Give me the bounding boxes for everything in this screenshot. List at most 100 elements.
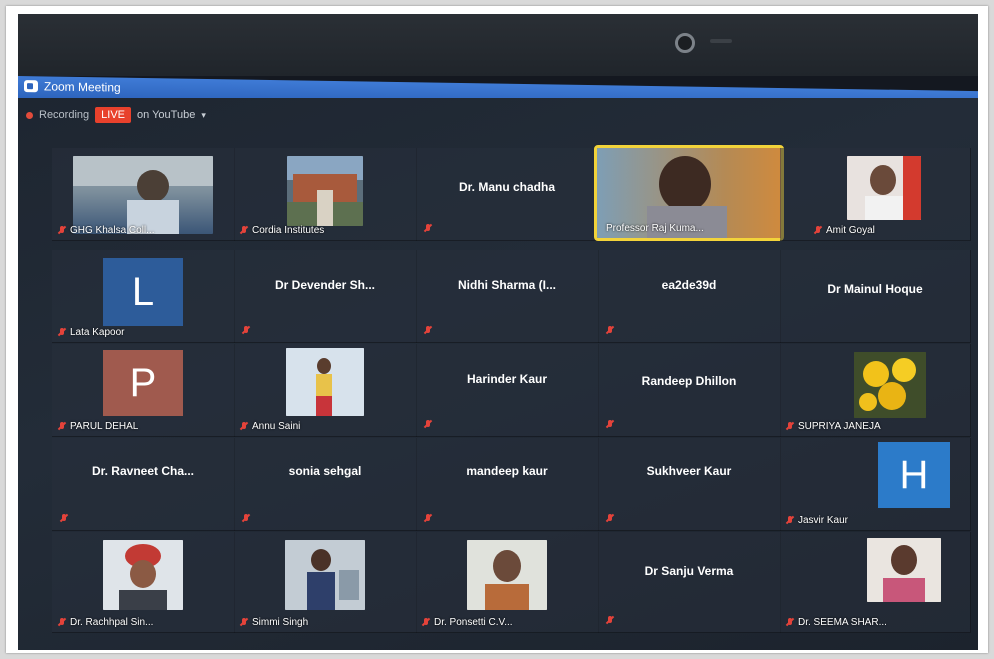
participant-tile[interactable]: Simmi Singh — [234, 532, 417, 633]
mic-muted-icon — [424, 224, 432, 234]
participant-name: Dr. Ponsetti C.V... — [434, 617, 513, 628]
mic-muted-icon — [242, 514, 250, 524]
chevron-down-icon[interactable]: ▾ — [201, 110, 206, 121]
participant-video — [286, 348, 364, 416]
participant-name: ea2de39d — [661, 278, 717, 292]
zoom-app-icon — [24, 80, 38, 93]
avatar: L — [103, 258, 183, 326]
person-silhouette — [103, 540, 183, 610]
participant-tile[interactable]: Dr Devender Sh... — [234, 250, 417, 343]
participant-name: Lata Kapoor — [70, 327, 125, 338]
participant-name: mandeep kaur — [466, 464, 548, 478]
participant-name: Dr Devender Sh... — [274, 278, 376, 292]
person-silhouette — [73, 156, 213, 234]
flower-image — [854, 352, 926, 418]
mic-muted-icon — [58, 327, 66, 338]
participant-name: Cordia Institutes — [252, 225, 325, 236]
participant-tile[interactable]: Dr Sanju Verma — [598, 532, 781, 633]
participant-video — [285, 540, 365, 610]
live-platform[interactable]: on YouTube — [137, 109, 195, 121]
participant-name: Professor Raj Kuma... — [606, 223, 704, 234]
mic-muted-icon — [424, 326, 432, 336]
mic-muted-icon — [240, 421, 248, 432]
participant-tile[interactable]: L Lata Kapoor — [52, 250, 235, 343]
participant-name: Dr. Ravneet Cha... — [91, 464, 195, 478]
participant-video — [854, 352, 926, 418]
participant-video — [467, 540, 547, 610]
participant-name: SUPRIYA JANEJA — [798, 421, 881, 432]
participant-tile[interactable]: Cordia Institutes — [234, 148, 417, 241]
mic-muted-icon — [786, 421, 794, 432]
participant-tile[interactable]: Sukhveer Kaur — [598, 438, 781, 531]
avatar: H — [878, 442, 950, 508]
mic-muted-icon — [242, 326, 250, 336]
participant-tile[interactable]: P PARUL DEHAL — [52, 344, 235, 437]
participant-name: sonia sehgal — [288, 464, 362, 478]
screen-bezel — [18, 14, 978, 76]
participant-name: Dr Sanju Verma — [644, 564, 734, 578]
participant-tile[interactable]: Harinder Kaur — [416, 344, 599, 437]
avatar: P — [103, 350, 183, 416]
participant-tile-active-speaker[interactable]: Professor Raj Kuma... — [594, 145, 784, 241]
person-silhouette — [286, 348, 364, 416]
participant-tile[interactable]: Dr. Manu chadha — [416, 148, 599, 241]
participant-tile[interactable]: Dr. Ravneet Cha... — [52, 438, 235, 531]
mic-muted-icon — [606, 616, 614, 626]
participant-name: Nidhi Sharma (I... — [457, 278, 556, 292]
participant-tile[interactable]: Amit Goyal — [780, 148, 971, 241]
participant-tile[interactable]: GHG Khalsa Coll... — [52, 148, 235, 241]
participant-name: GHG Khalsa Coll... — [70, 225, 155, 236]
camera-indicator — [710, 39, 732, 43]
participant-video — [103, 540, 183, 610]
mic-muted-icon — [58, 421, 66, 432]
mic-muted-icon — [422, 617, 430, 628]
participant-video — [867, 538, 941, 602]
participant-tile[interactable]: Dr. SEEMA SHAR... — [780, 532, 971, 633]
participant-name: Dr Mainul Hoque — [827, 282, 923, 296]
participant-tile[interactable]: Dr. Rachhpal Sin... — [52, 532, 235, 633]
participant-name: Harinder Kaur — [466, 372, 548, 386]
participant-video — [847, 156, 921, 220]
participant-name: Annu Saini — [252, 421, 301, 432]
mic-muted-icon — [240, 225, 248, 236]
webcam-icon — [675, 33, 695, 53]
participant-name: Dr. Manu chadha — [458, 180, 556, 194]
participant-name: Amit Goyal — [826, 225, 875, 236]
participant-tile[interactable]: mandeep kaur — [416, 438, 599, 531]
participant-tile[interactable]: ea2de39d — [598, 250, 781, 343]
participant-tile[interactable]: Dr. Ponsetti C.V... — [416, 532, 599, 633]
recording-status: Recording LIVE on YouTube ▾ — [26, 106, 206, 124]
participant-name: Sukhveer Kaur — [646, 464, 732, 478]
participant-tile[interactable]: Nidhi Sharma (I... — [416, 250, 599, 343]
person-silhouette — [467, 540, 547, 610]
participant-name: Dr. SEEMA SHAR... — [798, 617, 887, 628]
mic-muted-icon — [58, 617, 66, 628]
mic-muted-icon — [814, 225, 822, 236]
mic-muted-icon — [240, 617, 248, 628]
participant-name: PARUL DEHAL — [70, 421, 139, 432]
mic-muted-icon — [786, 515, 794, 526]
participant-tile[interactable]: Dr Mainul Hoque — [780, 250, 971, 343]
mic-muted-icon — [60, 514, 68, 524]
participant-name: Dr. Rachhpal Sin... — [70, 617, 154, 628]
person-silhouette — [285, 540, 365, 610]
mic-muted-icon — [58, 225, 66, 236]
participant-tile[interactable]: sonia sehgal — [234, 438, 417, 531]
participant-video — [287, 156, 363, 226]
window-title: Zoom Meeting — [44, 79, 121, 95]
mic-muted-icon — [786, 617, 794, 628]
meeting-gallery: Recording LIVE on YouTube ▾ GHG Khalsa C… — [18, 98, 978, 650]
participant-tile[interactable]: Randeep Dhillon — [598, 344, 781, 437]
participant-name: Randeep Dhillon — [641, 374, 737, 388]
building-image — [287, 156, 363, 226]
recording-label: Recording — [39, 109, 90, 121]
person-silhouette — [867, 538, 941, 602]
participant-tile[interactable]: Annu Saini — [234, 344, 417, 437]
participant-tile[interactable]: H Jasvir Kaur — [780, 438, 971, 531]
live-badge[interactable]: LIVE — [95, 107, 131, 123]
participant-tile[interactable]: SUPRIYA JANEJA — [780, 344, 971, 437]
laptop-screen: Zoom Meeting Recording LIVE on YouTube ▾… — [18, 14, 978, 650]
participant-name: Simmi Singh — [252, 617, 309, 628]
participant-video — [73, 156, 213, 234]
participant-name: Jasvir Kaur — [798, 515, 849, 526]
